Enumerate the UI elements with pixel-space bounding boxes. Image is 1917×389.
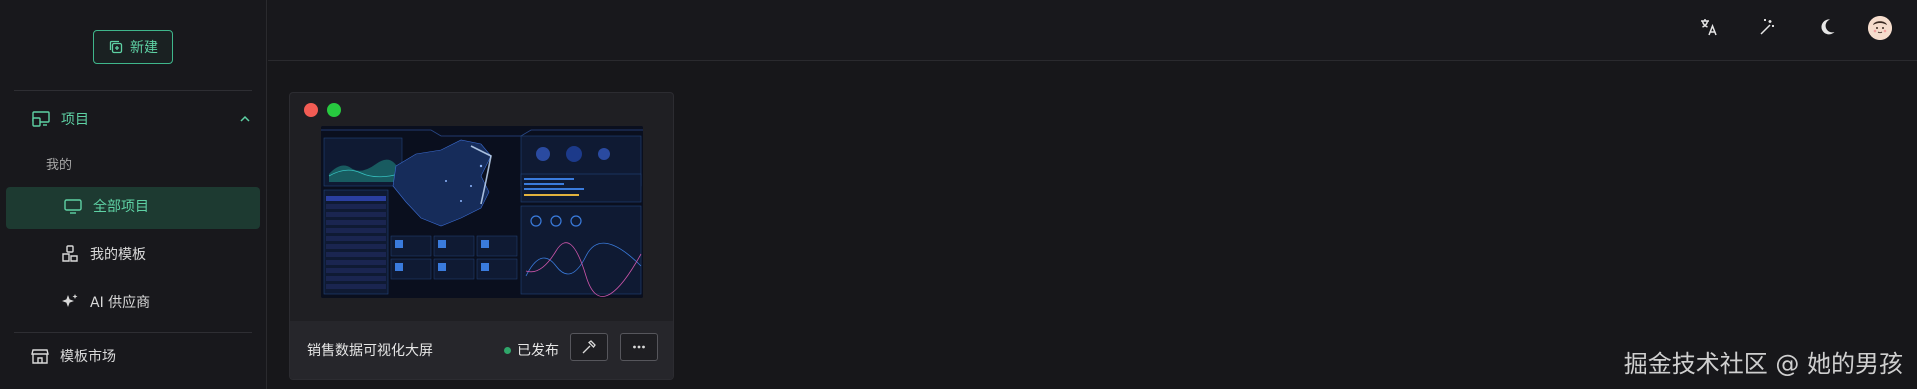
topbar xyxy=(268,0,1917,61)
watermark: 掘金技术社区 @ 她的男孩 xyxy=(1623,350,1903,378)
sidebar-item-ai-vendor[interactable]: AI 供应商 xyxy=(60,292,150,312)
sidebar-item-label: 全部项目 xyxy=(93,199,149,215)
moon-icon[interactable] xyxy=(1815,15,1839,39)
sidebar-item-label: AI 供应商 xyxy=(90,295,151,311)
sparkle-icon xyxy=(62,294,78,307)
section-label-mine: 我的 xyxy=(46,158,73,173)
project-title: 销售数据可视化大屏 xyxy=(307,343,433,359)
sidebar: 新建 项目 我的 全部项目 我的模板 AI 供应商 模板市场 xyxy=(0,0,267,389)
status-dot-icon xyxy=(504,346,511,354)
sidebar-item-label: 模板市场 xyxy=(60,349,116,365)
edit-button[interactable] xyxy=(570,333,608,361)
card-footer: 销售数据可视化大屏 已发布 xyxy=(290,321,673,379)
hammer-icon xyxy=(582,340,596,354)
sidebar-item-label: 我的模板 xyxy=(90,247,146,263)
chevron-up-icon[interactable] xyxy=(237,111,253,127)
dashboard-preview-image xyxy=(321,126,643,298)
sidebar-item-all-projects[interactable]: 全部项目 xyxy=(63,196,149,216)
sidebar-item-template-market[interactable]: 模板市场 xyxy=(30,346,116,366)
add-copy-icon xyxy=(109,40,123,54)
sidebar-item-projects[interactable]: 项目 xyxy=(31,106,253,132)
sidebar-divider xyxy=(14,90,252,91)
template-icon xyxy=(62,245,78,262)
user-avatar[interactable] xyxy=(1868,16,1892,40)
magic-wand-icon[interactable] xyxy=(1755,15,1779,39)
status-badge: 已发布 xyxy=(504,340,559,360)
store-icon xyxy=(31,349,49,364)
sidebar-divider xyxy=(14,332,252,333)
sidebar-item-label: 项目 xyxy=(61,112,89,128)
project-card[interactable]: 销售数据可视化大屏 已发布 xyxy=(289,92,674,380)
new-button[interactable]: 新建 xyxy=(93,30,173,64)
projects-icon xyxy=(32,111,50,127)
window-dot-red[interactable] xyxy=(304,103,318,117)
monitor-icon xyxy=(64,199,82,214)
more-button[interactable] xyxy=(620,333,658,361)
new-button-label: 新建 xyxy=(130,40,158,56)
sidebar-item-my-templates[interactable]: 我的模板 xyxy=(60,244,146,264)
more-dots-icon xyxy=(633,345,645,349)
status-label: 已发布 xyxy=(517,343,559,359)
translate-icon[interactable] xyxy=(1697,15,1721,39)
window-dot-green[interactable] xyxy=(327,103,341,117)
project-thumbnail[interactable] xyxy=(321,126,643,298)
